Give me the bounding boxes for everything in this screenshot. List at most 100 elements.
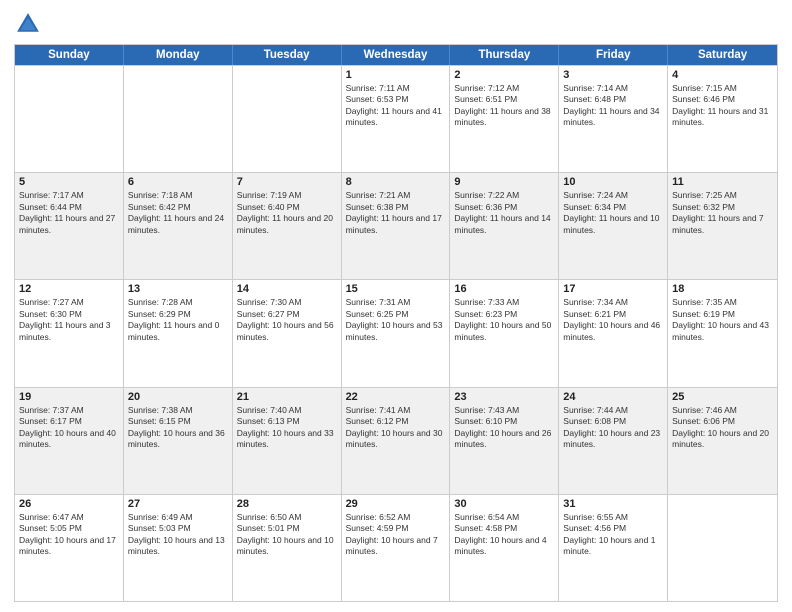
cal-cell: 22 Sunrise: 7:41 AM Sunset: 6:12 PM Dayli… xyxy=(342,388,451,494)
cal-cell: 8 Sunrise: 7:21 AM Sunset: 6:38 PM Daylig… xyxy=(342,173,451,279)
calendar: SundayMondayTuesdayWednesdayThursdayFrid… xyxy=(14,44,778,602)
day-number: 28 xyxy=(237,498,337,510)
cell-info: Sunrise: 7:22 AM Sunset: 6:36 PM Dayligh… xyxy=(454,190,554,236)
cal-cell xyxy=(15,66,124,172)
day-number: 21 xyxy=(237,391,337,403)
weekday-header-friday: Friday xyxy=(559,45,668,65)
cal-cell xyxy=(233,66,342,172)
cal-cell: 13 Sunrise: 7:28 AM Sunset: 6:29 PM Dayli… xyxy=(124,280,233,386)
day-number: 13 xyxy=(128,283,228,295)
cell-info: Sunrise: 7:34 AM Sunset: 6:21 PM Dayligh… xyxy=(563,297,663,343)
calendar-row-3: 12 Sunrise: 7:27 AM Sunset: 6:30 PM Dayli… xyxy=(15,279,777,386)
day-number: 12 xyxy=(19,283,119,295)
cal-cell: 21Sunrise: 7:40 AM Sunset: 6:13 PM Dayli… xyxy=(233,388,342,494)
weekday-header-sunday: Sunday xyxy=(15,45,124,65)
day-number: 22 xyxy=(346,391,446,403)
cell-info: Sunrise: 6:49 AM Sunset: 5:03 PM Dayligh… xyxy=(128,512,228,558)
day-number: 11 xyxy=(672,176,773,188)
cal-cell: 19 Sunrise: 7:37 AM Sunset: 6:17 PM Dayli… xyxy=(15,388,124,494)
cal-cell: 15 Sunrise: 7:31 AM Sunset: 6:25 PM Dayli… xyxy=(342,280,451,386)
day-number: 19 xyxy=(19,391,119,403)
day-number: 6 xyxy=(128,176,228,188)
page: SundayMondayTuesdayWednesdayThursdayFrid… xyxy=(0,0,792,612)
cal-cell: 4Sunrise: 7:15 AM Sunset: 6:46 PM Daylig… xyxy=(668,66,777,172)
day-number: 23 xyxy=(454,391,554,403)
cal-cell: 23 Sunrise: 7:43 AM Sunset: 6:10 PM Dayli… xyxy=(450,388,559,494)
cal-cell: 31 Sunrise: 6:55 AM Sunset: 4:56 PM Dayli… xyxy=(559,495,668,601)
cell-info: Sunrise: 7:14 AM Sunset: 6:48 PM Dayligh… xyxy=(563,83,663,129)
day-number: 2 xyxy=(454,69,554,81)
header xyxy=(14,10,778,38)
calendar-row-1: 1Sunrise: 7:11 AM Sunset: 6:53 PM Daylig… xyxy=(15,65,777,172)
cell-info: Sunrise: 7:17 AM Sunset: 6:44 PM Dayligh… xyxy=(19,190,119,236)
day-number: 18 xyxy=(672,283,773,295)
cell-info: Sunrise: 7:27 AM Sunset: 6:30 PM Dayligh… xyxy=(19,297,119,343)
cell-info: Sunrise: 7:15 AM Sunset: 6:46 PM Dayligh… xyxy=(672,83,773,129)
day-number: 26 xyxy=(19,498,119,510)
cell-info: Sunrise: 7:18 AM Sunset: 6:42 PM Dayligh… xyxy=(128,190,228,236)
cell-info: Sunrise: 7:35 AM Sunset: 6:19 PM Dayligh… xyxy=(672,297,773,343)
weekday-header-tuesday: Tuesday xyxy=(233,45,342,65)
cell-info: Sunrise: 7:25 AM Sunset: 6:32 PM Dayligh… xyxy=(672,190,773,236)
cal-cell xyxy=(124,66,233,172)
cell-info: Sunrise: 6:52 AM Sunset: 4:59 PM Dayligh… xyxy=(346,512,446,558)
cal-cell: 7 Sunrise: 7:19 AM Sunset: 6:40 PM Daylig… xyxy=(233,173,342,279)
day-number: 17 xyxy=(563,283,663,295)
cell-info: Sunrise: 7:33 AM Sunset: 6:23 PM Dayligh… xyxy=(454,297,554,343)
cal-cell: 28Sunrise: 6:50 AM Sunset: 5:01 PM Dayli… xyxy=(233,495,342,601)
cell-info: Sunrise: 6:55 AM Sunset: 4:56 PM Dayligh… xyxy=(563,512,663,558)
calendar-header: SundayMondayTuesdayWednesdayThursdayFrid… xyxy=(15,45,777,65)
cell-info: Sunrise: 7:37 AM Sunset: 6:17 PM Dayligh… xyxy=(19,405,119,451)
day-number: 31 xyxy=(563,498,663,510)
day-number: 3 xyxy=(563,69,663,81)
cal-cell: 25 Sunrise: 7:46 AM Sunset: 6:06 PM Dayli… xyxy=(668,388,777,494)
cal-cell: 14Sunrise: 7:30 AM Sunset: 6:27 PM Dayli… xyxy=(233,280,342,386)
weekday-header-thursday: Thursday xyxy=(450,45,559,65)
cal-cell: 29 Sunrise: 6:52 AM Sunset: 4:59 PM Dayli… xyxy=(342,495,451,601)
day-number: 16 xyxy=(454,283,554,295)
day-number: 10 xyxy=(563,176,663,188)
day-number: 25 xyxy=(672,391,773,403)
cal-cell xyxy=(668,495,777,601)
cal-cell: 18 Sunrise: 7:35 AM Sunset: 6:19 PM Dayli… xyxy=(668,280,777,386)
cell-info: Sunrise: 7:11 AM Sunset: 6:53 PM Dayligh… xyxy=(346,83,446,129)
cal-cell: 3 Sunrise: 7:14 AM Sunset: 6:48 PM Daylig… xyxy=(559,66,668,172)
cal-cell: 12 Sunrise: 7:27 AM Sunset: 6:30 PM Dayli… xyxy=(15,280,124,386)
cell-info: Sunrise: 7:41 AM Sunset: 6:12 PM Dayligh… xyxy=(346,405,446,451)
day-number: 5 xyxy=(19,176,119,188)
cal-cell: 2Sunrise: 7:12 AM Sunset: 6:51 PM Daylig… xyxy=(450,66,559,172)
cell-info: Sunrise: 7:21 AM Sunset: 6:38 PM Dayligh… xyxy=(346,190,446,236)
cell-info: Sunrise: 6:47 AM Sunset: 5:05 PM Dayligh… xyxy=(19,512,119,558)
day-number: 27 xyxy=(128,498,228,510)
day-number: 29 xyxy=(346,498,446,510)
day-number: 24 xyxy=(563,391,663,403)
day-number: 15 xyxy=(346,283,446,295)
day-number: 8 xyxy=(346,176,446,188)
weekday-header-monday: Monday xyxy=(124,45,233,65)
cal-cell: 6 Sunrise: 7:18 AM Sunset: 6:42 PM Daylig… xyxy=(124,173,233,279)
cal-cell: 9 Sunrise: 7:22 AM Sunset: 6:36 PM Daylig… xyxy=(450,173,559,279)
day-number: 9 xyxy=(454,176,554,188)
day-number: 20 xyxy=(128,391,228,403)
day-number: 7 xyxy=(237,176,337,188)
cell-info: Sunrise: 7:44 AM Sunset: 6:08 PM Dayligh… xyxy=(563,405,663,451)
cal-cell: 11 Sunrise: 7:25 AM Sunset: 6:32 PM Dayli… xyxy=(668,173,777,279)
cell-info: Sunrise: 7:19 AM Sunset: 6:40 PM Dayligh… xyxy=(237,190,337,236)
calendar-row-4: 19 Sunrise: 7:37 AM Sunset: 6:17 PM Dayli… xyxy=(15,387,777,494)
cell-info: Sunrise: 7:30 AM Sunset: 6:27 PM Dayligh… xyxy=(237,297,337,343)
cell-info: Sunrise: 7:28 AM Sunset: 6:29 PM Dayligh… xyxy=(128,297,228,343)
cal-cell: 26 Sunrise: 6:47 AM Sunset: 5:05 PM Dayli… xyxy=(15,495,124,601)
logo xyxy=(14,10,46,38)
cell-info: Sunrise: 7:31 AM Sunset: 6:25 PM Dayligh… xyxy=(346,297,446,343)
cal-cell: 10Sunrise: 7:24 AM Sunset: 6:34 PM Dayli… xyxy=(559,173,668,279)
logo-icon xyxy=(14,10,42,38)
cal-cell: 30Sunrise: 6:54 AM Sunset: 4:58 PM Dayli… xyxy=(450,495,559,601)
cell-info: Sunrise: 7:43 AM Sunset: 6:10 PM Dayligh… xyxy=(454,405,554,451)
calendar-row-5: 26 Sunrise: 6:47 AM Sunset: 5:05 PM Dayli… xyxy=(15,494,777,601)
weekday-header-saturday: Saturday xyxy=(668,45,777,65)
cell-info: Sunrise: 7:46 AM Sunset: 6:06 PM Dayligh… xyxy=(672,405,773,451)
cell-info: Sunrise: 6:54 AM Sunset: 4:58 PM Dayligh… xyxy=(454,512,554,558)
cal-cell: 5 Sunrise: 7:17 AM Sunset: 6:44 PM Daylig… xyxy=(15,173,124,279)
cal-cell: 17 Sunrise: 7:34 AM Sunset: 6:21 PM Dayli… xyxy=(559,280,668,386)
weekday-header-wednesday: Wednesday xyxy=(342,45,451,65)
